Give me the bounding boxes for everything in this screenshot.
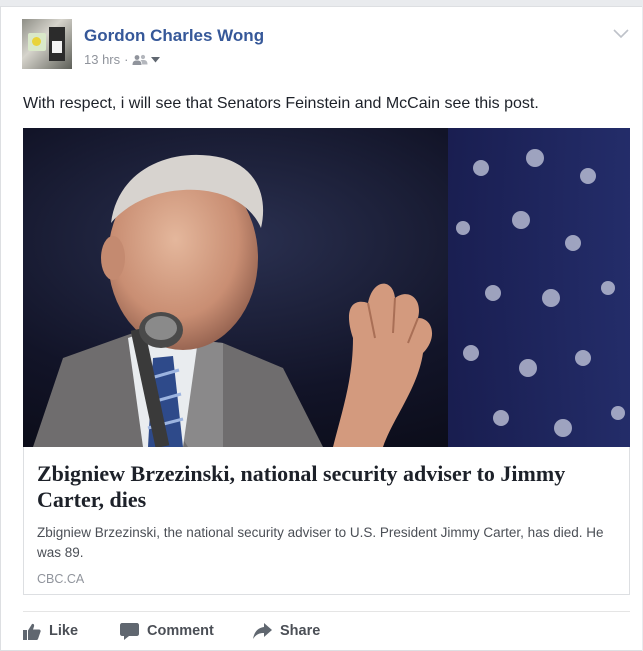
- friends-icon[interactable]: [132, 54, 161, 66]
- post-meta: 13 hrs ·: [84, 52, 161, 67]
- post-card: Gordon Charles Wong 13 hrs · With respec…: [0, 6, 642, 651]
- action-divider: [23, 611, 630, 612]
- link-description: Zbigniew Brzezinski, the national securi…: [37, 525, 604, 560]
- post-timestamp[interactable]: 13 hrs: [84, 52, 120, 67]
- share-arrow-icon: [253, 623, 272, 639]
- thumbs-up-icon: [23, 623, 41, 640]
- comment-icon: [120, 622, 139, 640]
- avatar[interactable]: [22, 19, 72, 69]
- share-button[interactable]: Share: [253, 613, 320, 649]
- link-preview-card[interactable]: Zbigniew Brzezinski, national security a…: [23, 447, 630, 595]
- meta-separator: ·: [124, 52, 129, 67]
- author-name[interactable]: Gordon Charles Wong: [84, 26, 264, 46]
- link-domain: CBC.CA: [37, 572, 85, 586]
- comment-label: Comment: [147, 623, 214, 639]
- action-bar: Like Comment Share: [23, 613, 630, 649]
- post-text: With respect, i will see that Senators F…: [23, 95, 539, 112]
- post-options-chevron-icon[interactable]: [612, 27, 630, 39]
- audience-caret-icon: [151, 56, 161, 62]
- link-preview-image[interactable]: [23, 128, 630, 447]
- comment-button[interactable]: Comment: [120, 613, 214, 649]
- like-button[interactable]: Like: [23, 613, 78, 649]
- share-label: Share: [280, 623, 321, 639]
- like-label: Like: [49, 623, 79, 639]
- link-title[interactable]: Zbigniew Brzezinski, national security a…: [37, 461, 607, 513]
